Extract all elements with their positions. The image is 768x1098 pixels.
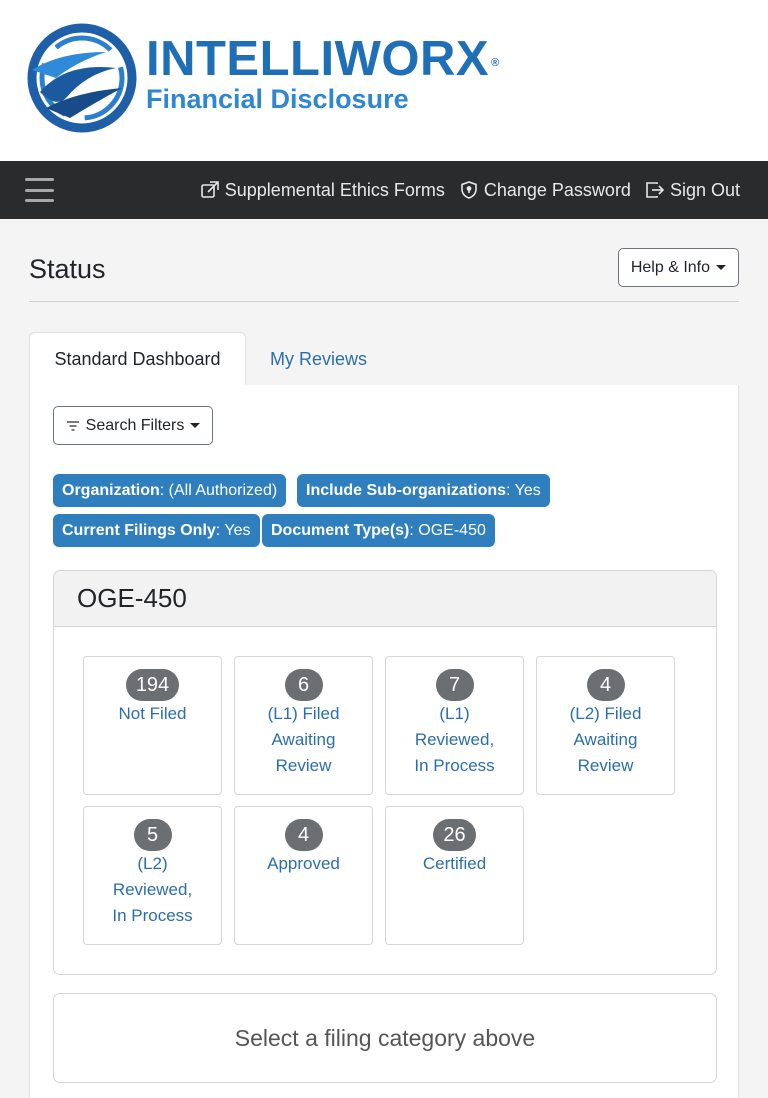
filter-chip-current-filings[interactable]: Current Filings Only: Yes bbox=[53, 514, 260, 547]
status-tile-not-filed[interactable]: 194 Not Filed bbox=[83, 656, 222, 795]
status-tile-certified[interactable]: 26 Certified bbox=[385, 806, 524, 945]
caret-down-icon bbox=[716, 265, 726, 270]
external-link-icon bbox=[200, 181, 219, 198]
filter-chip-document-types[interactable]: Document Type(s): OGE-450 bbox=[262, 514, 495, 547]
tab-my-reviews[interactable]: My Reviews bbox=[246, 332, 391, 386]
tab-standard-dashboard[interactable]: Standard Dashboard bbox=[29, 332, 246, 387]
hamburger-icon[interactable] bbox=[25, 178, 54, 202]
oge-450-card: OGE-450 194 Not Filed 6 (L1) Filed Awaiti… bbox=[53, 570, 717, 975]
page-title: Status bbox=[29, 254, 106, 284]
filter-chip-organization[interactable]: Organization: (All Authorized) bbox=[53, 474, 287, 507]
tile-label: (L1) Reviewed, In Process bbox=[414, 704, 495, 775]
filing-category-placeholder: Select a filing category above bbox=[53, 993, 717, 1083]
search-filters-button[interactable]: Search Filters bbox=[53, 406, 213, 445]
tile-label: (L1) Filed Awaiting Review bbox=[267, 704, 340, 775]
nav-link-change-password[interactable]: Change Password bbox=[459, 180, 631, 201]
status-tile-l1-filed-awaiting-review[interactable]: 6 (L1) Filed Awaiting Review bbox=[234, 656, 373, 795]
count-badge: 4 bbox=[284, 819, 323, 851]
help-info-button[interactable]: Help & Info bbox=[617, 248, 739, 287]
tile-label: Not Filed bbox=[118, 704, 187, 723]
tile-label: (L2) Filed Awaiting Review bbox=[569, 704, 642, 775]
count-badge: 6 bbox=[284, 669, 323, 701]
brand-name: INTELLIWORX ® bbox=[146, 32, 500, 86]
nav-link-supplemental-ethics-forms[interactable]: Supplemental Ethics Forms bbox=[200, 180, 445, 201]
brand-subtitle: Financial Disclosure bbox=[146, 84, 409, 114]
nav-links: Supplemental Ethics Forms Change Passwor… bbox=[200, 161, 740, 219]
filter-chip-sub-organizations[interactable]: Include Sub-organizations: Yes bbox=[297, 474, 550, 507]
page-header: Status Help & Info bbox=[29, 220, 739, 302]
tile-label: (L2) Reviewed, In Process bbox=[112, 854, 193, 925]
nav-link-sign-out[interactable]: Sign Out bbox=[645, 180, 740, 201]
count-badge: 5 bbox=[133, 819, 172, 851]
count-badge: 194 bbox=[125, 669, 180, 701]
count-badge: 4 bbox=[586, 669, 625, 701]
logo-header: INTELLIWORX ® Financial Disclosure bbox=[0, 0, 768, 161]
card-title: OGE-450 bbox=[54, 571, 716, 627]
shield-icon bbox=[461, 181, 477, 199]
count-badge: 26 bbox=[433, 819, 476, 851]
tile-label: Approved bbox=[267, 854, 340, 873]
status-tile-l1-reviewed-in-process[interactable]: 7 (L1) Reviewed, In Process bbox=[385, 656, 524, 795]
caret-down-icon bbox=[190, 423, 201, 428]
status-tile-approved[interactable]: 4 Approved bbox=[234, 806, 373, 945]
title-row: Status Help & Info bbox=[29, 220, 739, 302]
status-tile-l2-reviewed-in-process[interactable]: 5 (L2) Reviewed, In Process bbox=[83, 806, 222, 945]
tab-panel: Search Filters Organization: (All Author… bbox=[29, 385, 739, 1098]
dashboard-tabs: Standard Dashboard My Reviews bbox=[29, 332, 739, 387]
top-navbar: Supplemental Ethics Forms Change Passwor… bbox=[0, 161, 768, 219]
intelliworx-logo-icon bbox=[27, 23, 137, 133]
sign-out-icon bbox=[646, 182, 665, 198]
brand-text: INTELLIWORX ® Financial Disclosure bbox=[146, 34, 500, 114]
status-tile-l2-filed-awaiting-review[interactable]: 4 (L2) Filed Awaiting Review bbox=[536, 656, 675, 795]
tile-label: Certified bbox=[422, 854, 487, 873]
filter-icon bbox=[66, 420, 79, 431]
count-badge: 7 bbox=[435, 669, 474, 701]
